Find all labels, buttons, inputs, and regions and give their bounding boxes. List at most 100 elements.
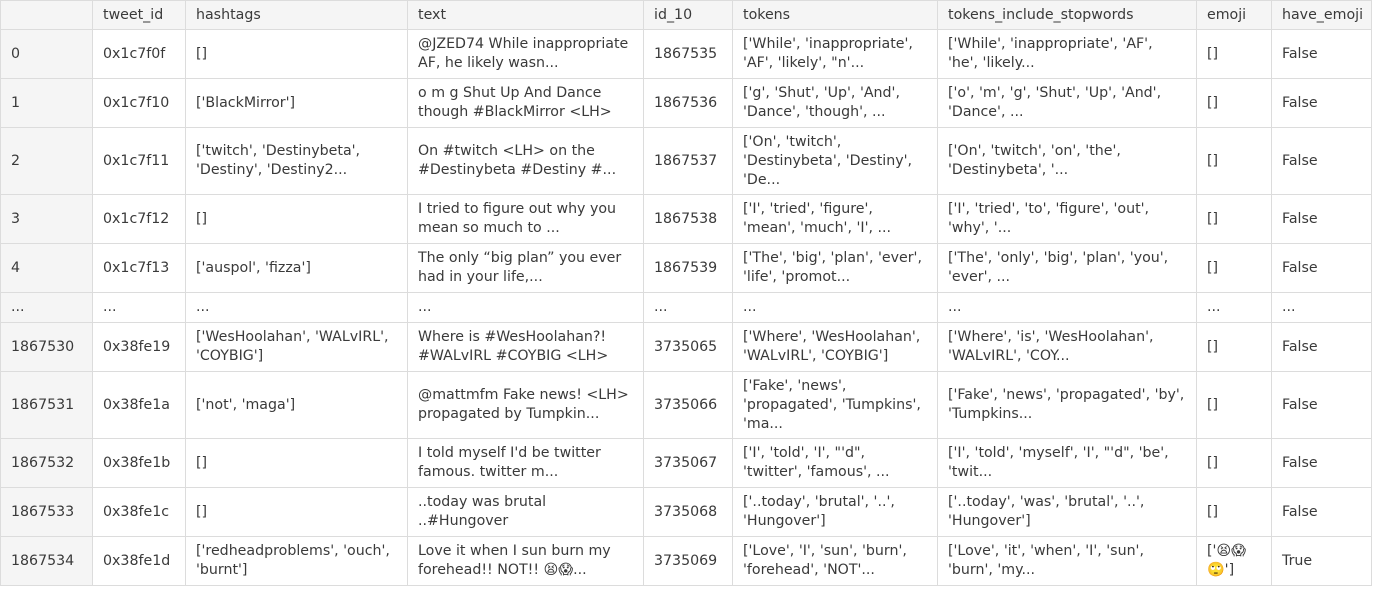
cell-tokens-include-stopwords: ['The', 'only', 'big', 'plan', 'you', 'e…: [937, 243, 1197, 293]
cell-id-10: 1867535: [643, 29, 733, 79]
header-row: tweet_id hashtags text id_10 tokens toke…: [0, 0, 1372, 30]
cell-tokens-include-stopwords: ['Where', 'is', 'WesHoolahan', 'WALvIRL'…: [937, 322, 1197, 372]
table-row: 1867533 0x38fe1c [] ..today was brutal .…: [0, 487, 1372, 537]
cell-hashtags: ...: [185, 292, 408, 323]
cell-id-10: 1867538: [643, 194, 733, 244]
column-header-emoji: emoji: [1196, 0, 1272, 30]
cell-tokens: ['I', 'told', 'I', "'d", 'twitter', 'fam…: [732, 438, 938, 488]
cell-emoji: []: [1196, 194, 1272, 244]
table-row: 1867532 0x38fe1b [] I told myself I'd be…: [0, 438, 1372, 488]
row-index: 2: [0, 127, 93, 195]
cell-text: The only “big plan” you ever had in your…: [407, 243, 644, 293]
cell-tokens-include-stopwords: ['I', 'tried', 'to', 'figure', 'out', 'w…: [937, 194, 1197, 244]
cell-text: Love it when I sun burn my forehead!! NO…: [407, 536, 644, 586]
table-row: 1867531 0x38fe1a ['not', 'maga'] @mattmf…: [0, 371, 1372, 439]
cell-text: o m g Shut Up And Dance though #BlackMir…: [407, 78, 644, 128]
cell-hashtags: ['auspol', 'fizza']: [185, 243, 408, 293]
cell-tokens-include-stopwords: ['I', 'told', 'myself', 'I', "'d", 'be',…: [937, 438, 1197, 488]
cell-have-emoji: False: [1271, 243, 1372, 293]
cell-hashtags: []: [185, 438, 408, 488]
cell-tokens-include-stopwords: ['o', 'm', 'g', 'Shut', 'Up', 'And', 'Da…: [937, 78, 1197, 128]
table-row: 4 0x1c7f13 ['auspol', 'fizza'] The only …: [0, 243, 1372, 293]
table-body: 0 0x1c7f0f [] @JZED74 While inappropriat…: [0, 29, 1372, 586]
cell-have-emoji: ...: [1271, 292, 1372, 323]
cell-id-10: 1867539: [643, 243, 733, 293]
cell-emoji: []: [1196, 438, 1272, 488]
cell-have-emoji: True: [1271, 536, 1372, 586]
cell-text: On #twitch <LH> on the #Destinybeta #Des…: [407, 127, 644, 195]
cell-emoji: []: [1196, 243, 1272, 293]
cell-tweet-id: 0x1c7f13: [92, 243, 186, 293]
table-row: 1867534 0x38fe1d ['redheadproblems', 'ou…: [0, 536, 1372, 586]
cell-tokens: ['..today', 'brutal', '..', 'Hungover']: [732, 487, 938, 537]
cell-text: @JZED74 While inappropriate AF, he likel…: [407, 29, 644, 79]
cell-tweet-id: 0x38fe19: [92, 322, 186, 372]
cell-tokens-include-stopwords: ['..today', 'was', 'brutal', '..', 'Hung…: [937, 487, 1197, 537]
ellipsis-row: ... ... ... ... ... ... ... ... ...: [0, 292, 1372, 323]
cell-emoji: []: [1196, 371, 1272, 439]
row-index: 1867532: [0, 438, 93, 488]
cell-id-10: 3735067: [643, 438, 733, 488]
cell-tokens: ['On', 'twitch', 'Destinybeta', 'Destiny…: [732, 127, 938, 195]
row-index: ...: [0, 292, 93, 323]
cell-hashtags: []: [185, 194, 408, 244]
column-header-hashtags: hashtags: [185, 0, 408, 30]
cell-have-emoji: False: [1271, 78, 1372, 128]
cell-hashtags: ['not', 'maga']: [185, 371, 408, 439]
table-row: 0 0x1c7f0f [] @JZED74 While inappropriat…: [0, 29, 1372, 79]
cell-emoji: []: [1196, 127, 1272, 195]
row-index: 1: [0, 78, 93, 128]
dataframe-table: tweet_id hashtags text id_10 tokens toke…: [0, 0, 1372, 586]
cell-emoji: []: [1196, 78, 1272, 128]
cell-tokens: ['While', 'inappropriate', 'AF', 'likely…: [732, 29, 938, 79]
cell-have-emoji: False: [1271, 438, 1372, 488]
cell-hashtags: []: [185, 29, 408, 79]
row-index: 1867533: [0, 487, 93, 537]
row-index: 1867534: [0, 536, 93, 586]
cell-tokens: ['g', 'Shut', 'Up', 'And', 'Dance', 'tho…: [732, 78, 938, 128]
cell-hashtags: []: [185, 487, 408, 537]
row-index: 1867531: [0, 371, 93, 439]
dataframe-output: tweet_id hashtags text id_10 tokens toke…: [0, 0, 1372, 586]
cell-hashtags: ['redheadproblems', 'ouch', 'burnt']: [185, 536, 408, 586]
cell-tweet-id: 0x1c7f0f: [92, 29, 186, 79]
cell-have-emoji: False: [1271, 322, 1372, 372]
column-header-text: text: [407, 0, 644, 30]
cell-hashtags: ['twitch', 'Destinybeta', 'Destiny', 'De…: [185, 127, 408, 195]
cell-tweet-id: 0x38fe1d: [92, 536, 186, 586]
row-index: 4: [0, 243, 93, 293]
column-header-have-emoji: have_emoji: [1271, 0, 1372, 30]
cell-tokens: ['The', 'big', 'plan', 'ever', 'life', '…: [732, 243, 938, 293]
cell-text: Where is #WesHoolahan?! #WALvIRL #COYBIG…: [407, 322, 644, 372]
cell-text: I told myself I'd be twitter famous. twi…: [407, 438, 644, 488]
table-row: 3 0x1c7f12 [] I tried to figure out why …: [0, 194, 1372, 244]
cell-tokens-include-stopwords: ['While', 'inappropriate', 'AF', 'he', '…: [937, 29, 1197, 79]
cell-id-10: 3735068: [643, 487, 733, 537]
cell-id-10: 1867536: [643, 78, 733, 128]
cell-emoji: []: [1196, 29, 1272, 79]
cell-text: ..today was brutal ..#Hungover: [407, 487, 644, 537]
cell-have-emoji: False: [1271, 194, 1372, 244]
cell-have-emoji: False: [1271, 487, 1372, 537]
cell-text: ...: [407, 292, 644, 323]
cell-tweet-id: 0x1c7f10: [92, 78, 186, 128]
cell-hashtags: ['WesHoolahan', 'WALvIRL', 'COYBIG']: [185, 322, 408, 372]
cell-have-emoji: False: [1271, 29, 1372, 79]
row-index: 1867530: [0, 322, 93, 372]
cell-tokens-include-stopwords: ['Fake', 'news', 'propagated', 'by', 'Tu…: [937, 371, 1197, 439]
cell-tweet-id: 0x38fe1c: [92, 487, 186, 537]
cell-tweet-id: ...: [92, 292, 186, 323]
cell-tokens: ['Fake', 'news', 'propagated', 'Tumpkins…: [732, 371, 938, 439]
cell-id-10: 3735069: [643, 536, 733, 586]
cell-id-10: ...: [643, 292, 733, 323]
column-header-index: [0, 0, 93, 30]
cell-emoji: ...: [1196, 292, 1272, 323]
column-header-tweet-id: tweet_id: [92, 0, 186, 30]
cell-tweet-id: 0x38fe1b: [92, 438, 186, 488]
table-row: 1867530 0x38fe19 ['WesHoolahan', 'WALvIR…: [0, 322, 1372, 372]
cell-have-emoji: False: [1271, 371, 1372, 439]
row-index: 3: [0, 194, 93, 244]
column-header-tokens-include-stopwords: tokens_include_stopwords: [937, 0, 1197, 30]
cell-tweet-id: 0x1c7f12: [92, 194, 186, 244]
cell-hashtags: ['BlackMirror']: [185, 78, 408, 128]
